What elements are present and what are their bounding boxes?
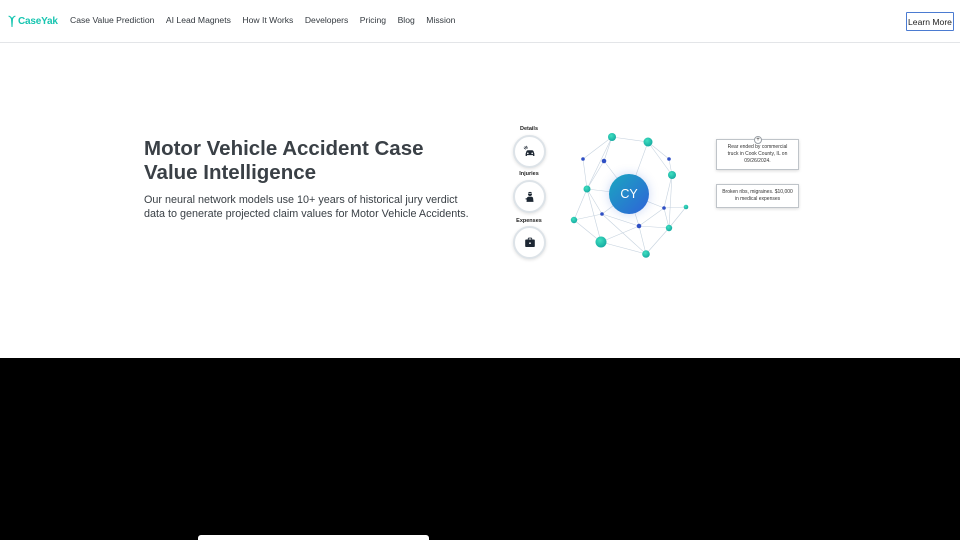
nav-link-blog[interactable]: Blog <box>398 15 415 25</box>
nav-link-developers[interactable]: Developers <box>305 15 348 25</box>
expenses-category <box>513 226 546 259</box>
details-label: Details <box>519 126 539 132</box>
injuries-label: Injuries <box>519 171 539 177</box>
hero-description: Our neural network models use 10+ years … <box>144 194 469 220</box>
case-details-card: + Rear ended by commercial truck in Cook… <box>716 136 799 170</box>
nav-link-mission[interactable]: Mission <box>426 15 455 25</box>
injury-details-text: Broken ribs, migraines. $10,000 in medic… <box>722 189 793 202</box>
briefcase-icon <box>524 237 535 247</box>
brand-name: CaseYak <box>18 15 58 27</box>
nav-link-pricing[interactable]: Pricing <box>360 15 386 25</box>
caseyak-ai-badge: CY <box>609 174 649 214</box>
hero-title: Motor Vehicle Accident Case Value Intell… <box>144 137 424 184</box>
content-panel <box>198 535 429 540</box>
expenses-label: Expenses <box>516 218 542 224</box>
dark-section <box>0 358 960 540</box>
details-category <box>513 135 546 168</box>
plus-icon: + <box>754 136 762 144</box>
nav-links: Case Value Prediction AI Lead Magnets Ho… <box>70 15 467 25</box>
learn-more-button[interactable]: Learn More <box>906 12 954 31</box>
injuries-category <box>513 180 546 213</box>
case-details-text: Rear ended by commercial truck in Cook C… <box>727 144 788 164</box>
nav-link-how-it-works[interactable]: How It Works <box>242 15 293 25</box>
top-navbar: CaseYak Case Value Prediction AI Lead Ma… <box>0 0 960 43</box>
car-crash-icon <box>523 145 534 156</box>
caseyak-logo[interactable]: CaseYak <box>7 13 58 29</box>
case-value-network-graphic: Details Injuries Expenses CY + Rear ende… <box>505 120 805 290</box>
nav-link-case-value-prediction[interactable]: Case Value Prediction <box>70 15 154 25</box>
injured-person-icon <box>525 191 533 202</box>
yak-logo-icon <box>8 15 16 27</box>
injury-details-card: Broken ribs, migraines. $10,000 in medic… <box>716 184 799 208</box>
nav-link-ai-lead-magnets[interactable]: AI Lead Magnets <box>166 15 231 25</box>
